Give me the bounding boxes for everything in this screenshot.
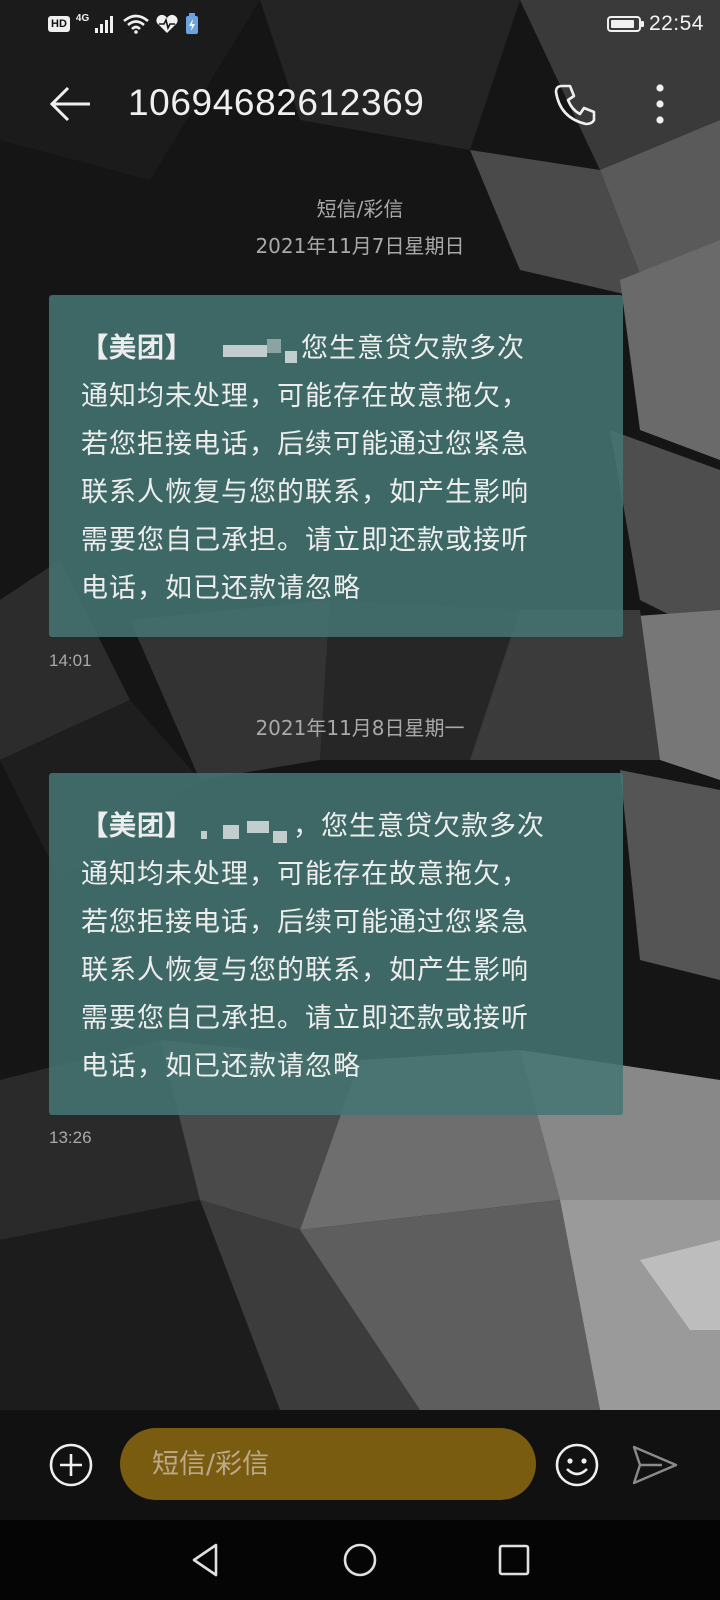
- message-body: 您生意贷欠款多次 通知均未处理，可能存在故意拖欠， 若您拒接电话，后续可能通过您…: [81, 333, 529, 604]
- battery-saver-icon: [186, 13, 199, 34]
- date-separator: 2021年11月7日星期日: [255, 234, 465, 258]
- battery-level-fill: [610, 20, 634, 28]
- square-recents-icon: [498, 1544, 530, 1576]
- status-right-icons: 22:54: [606, 10, 704, 38]
- system-nav-bar: [0, 1520, 720, 1600]
- back-button[interactable]: [46, 80, 94, 128]
- nav-home-button[interactable]: [342, 1542, 378, 1578]
- redacted-name-mosaic: [193, 813, 293, 843]
- status-left-icons: HD 4G: [48, 12, 199, 36]
- smiley-icon: [555, 1443, 599, 1487]
- date-separator: 2021年11月8日星期一: [255, 716, 465, 740]
- phone-icon: [554, 84, 596, 126]
- add-attachment-button[interactable]: [48, 1442, 94, 1488]
- network-type-label: 4G: [75, 12, 90, 24]
- wifi-icon: [123, 14, 150, 34]
- sender-tag: 【美团】: [81, 333, 193, 364]
- message-input[interactable]: [120, 1428, 536, 1500]
- message-text: 【美团】 ，您生意贷欠款多次 通知均未处理，可能存在故意拖欠， 若您拒接电话，后续…: [81, 803, 593, 1091]
- signal-icon: [95, 16, 114, 33]
- arrow-left-icon: [49, 86, 90, 122]
- send-icon: [632, 1445, 678, 1485]
- status-bar: HD 4G 22:54: [0, 0, 720, 48]
- sender-tag: 【美团】: [81, 811, 193, 842]
- message-bubble[interactable]: 【美团】 ，您生意贷欠款多次 通知均未处理，可能存在故意拖欠， 若您拒接电话，后续…: [49, 773, 623, 1115]
- conversation-header: 10694682612369: [0, 64, 720, 144]
- redacted-name-mosaic: [193, 335, 301, 365]
- hd-voice-badge: HD: [48, 16, 70, 32]
- call-button[interactable]: [552, 80, 600, 128]
- message-text: 【美团】 您生意贷欠款多次 通知均未处理，可能存在故意拖欠， 若您拒接电话，后续可…: [81, 325, 593, 613]
- message-body: ，您生意贷欠款多次 通知均未处理，可能存在故意拖欠， 若您拒接电话，后续可能通过…: [81, 811, 545, 1082]
- health-heart-icon: [156, 14, 178, 33]
- message-timestamp: 14:01: [49, 651, 92, 670]
- triangle-back-icon: [192, 1543, 218, 1577]
- message-type-label: 短信/彩信: [316, 197, 404, 221]
- emoji-button[interactable]: [554, 1442, 600, 1488]
- nav-recents-button[interactable]: [496, 1542, 532, 1578]
- message-bubble[interactable]: 【美团】 您生意贷欠款多次 通知均未处理，可能存在故意拖欠， 若您拒接电话，后续可…: [49, 295, 623, 637]
- message-timestamp: 13:26: [49, 1128, 92, 1147]
- contact-number-title: 10694682612369: [128, 82, 425, 123]
- nav-back-button[interactable]: [188, 1542, 224, 1578]
- send-button[interactable]: [632, 1444, 678, 1486]
- battery-icon: [606, 16, 644, 32]
- circle-home-icon: [343, 1543, 377, 1577]
- more-vertical-icon: [656, 84, 664, 124]
- composer-bar: [0, 1410, 720, 1520]
- status-time: 22:54: [648, 12, 704, 35]
- plus-circle-icon: [49, 1443, 93, 1487]
- more-options-button[interactable]: [636, 80, 684, 128]
